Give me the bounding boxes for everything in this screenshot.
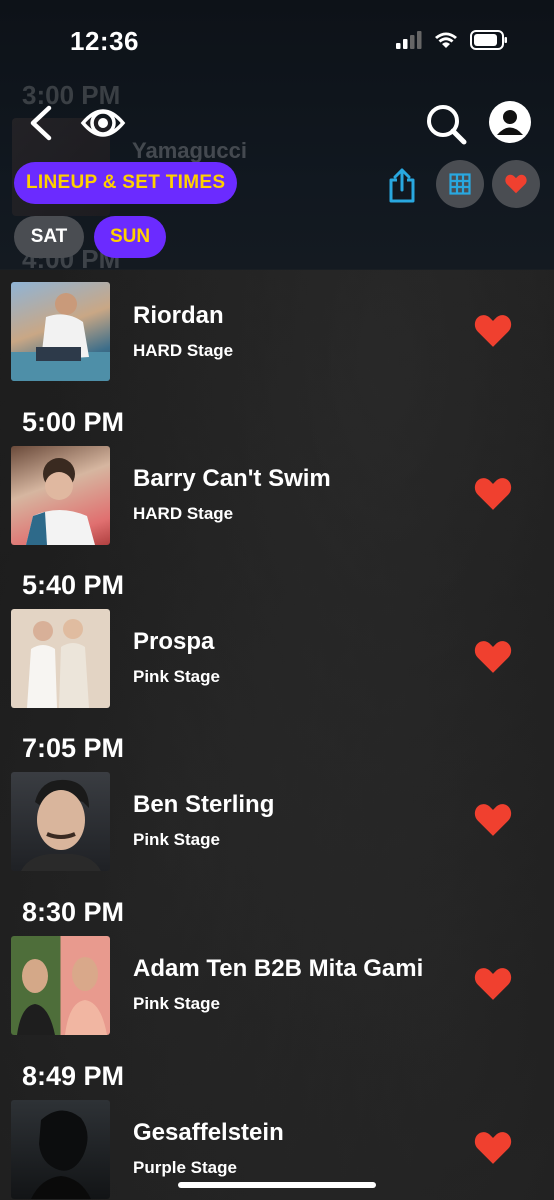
artist-name[interactable]: Riordan <box>133 302 224 330</box>
status-time: 12:36 <box>70 26 139 56</box>
artist-name[interactable]: Ben Sterling <box>133 791 274 819</box>
share-icon <box>389 168 415 203</box>
artist-name[interactable]: Prospa <box>133 628 214 656</box>
grid-view-button[interactable] <box>436 160 484 208</box>
day-tab-sun[interactable]: SUN <box>94 216 166 258</box>
heart-icon[interactable] <box>474 477 512 511</box>
ghost-artist-name: Yamagucci <box>132 138 247 163</box>
artist-photo <box>11 609 110 708</box>
set-time: 5:00 PM <box>22 407 125 437</box>
stage-name: Purple Stage <box>133 1158 237 1177</box>
artist-photo <box>11 936 110 1035</box>
heart-icon[interactable] <box>474 314 512 348</box>
heart-icon[interactable] <box>474 640 512 674</box>
chevron-left-icon <box>30 105 52 141</box>
lineup-set-times-tab[interactable]: LINEUP & SET TIMES <box>14 162 238 204</box>
top-header: 3:00 PM Yamagucci 4:00 PM 12:36 LINEUP &… <box>0 0 554 274</box>
battery-icon <box>470 30 507 50</box>
artist-photo <box>11 446 110 545</box>
day-tab-sat[interactable]: SAT <box>14 216 84 258</box>
artist-photo <box>11 1100 110 1199</box>
stage-name: Pink Stage <box>133 994 220 1013</box>
wifi-icon <box>435 32 457 48</box>
artist-name[interactable]: Barry Can't Swim <box>133 465 331 493</box>
heart-icon[interactable] <box>474 803 512 837</box>
eye-logo-icon <box>80 109 126 137</box>
share-button[interactable] <box>384 166 420 206</box>
search-icon <box>427 105 467 145</box>
festival-logo[interactable] <box>80 100 126 146</box>
set-time: 8:30 PM <box>22 897 125 927</box>
set-time: 8:49 PM <box>22 1061 125 1091</box>
stage-name: Pink Stage <box>133 667 220 686</box>
status-icons <box>396 30 508 50</box>
heart-icon <box>505 174 527 194</box>
status-bar: 12:36 <box>0 0 554 80</box>
stage-name: Pink Stage <box>133 830 220 849</box>
home-indicator[interactable] <box>178 1182 376 1188</box>
favorites-filter-button[interactable] <box>492 160 540 208</box>
back-button[interactable] <box>24 104 56 142</box>
cellular-signal-icon <box>396 31 422 49</box>
artist-name[interactable]: Adam Ten B2B Mita Gami <box>133 955 423 983</box>
stage-name: HARD Stage <box>133 504 234 523</box>
profile-button[interactable] <box>488 100 532 144</box>
artist-photo <box>11 772 110 871</box>
artist-name[interactable]: Gesaffelstein <box>133 1119 284 1147</box>
set-time: 5:40 PM <box>22 570 125 600</box>
grid-icon <box>449 173 471 195</box>
artist-photo <box>11 282 110 381</box>
user-account-icon <box>489 101 531 143</box>
stage-name: HARD Stage <box>133 341 234 360</box>
heart-icon[interactable] <box>474 967 512 1001</box>
set-time: 7:05 PM <box>22 733 125 763</box>
search-button[interactable] <box>424 102 468 146</box>
heart-icon[interactable] <box>474 1131 512 1165</box>
